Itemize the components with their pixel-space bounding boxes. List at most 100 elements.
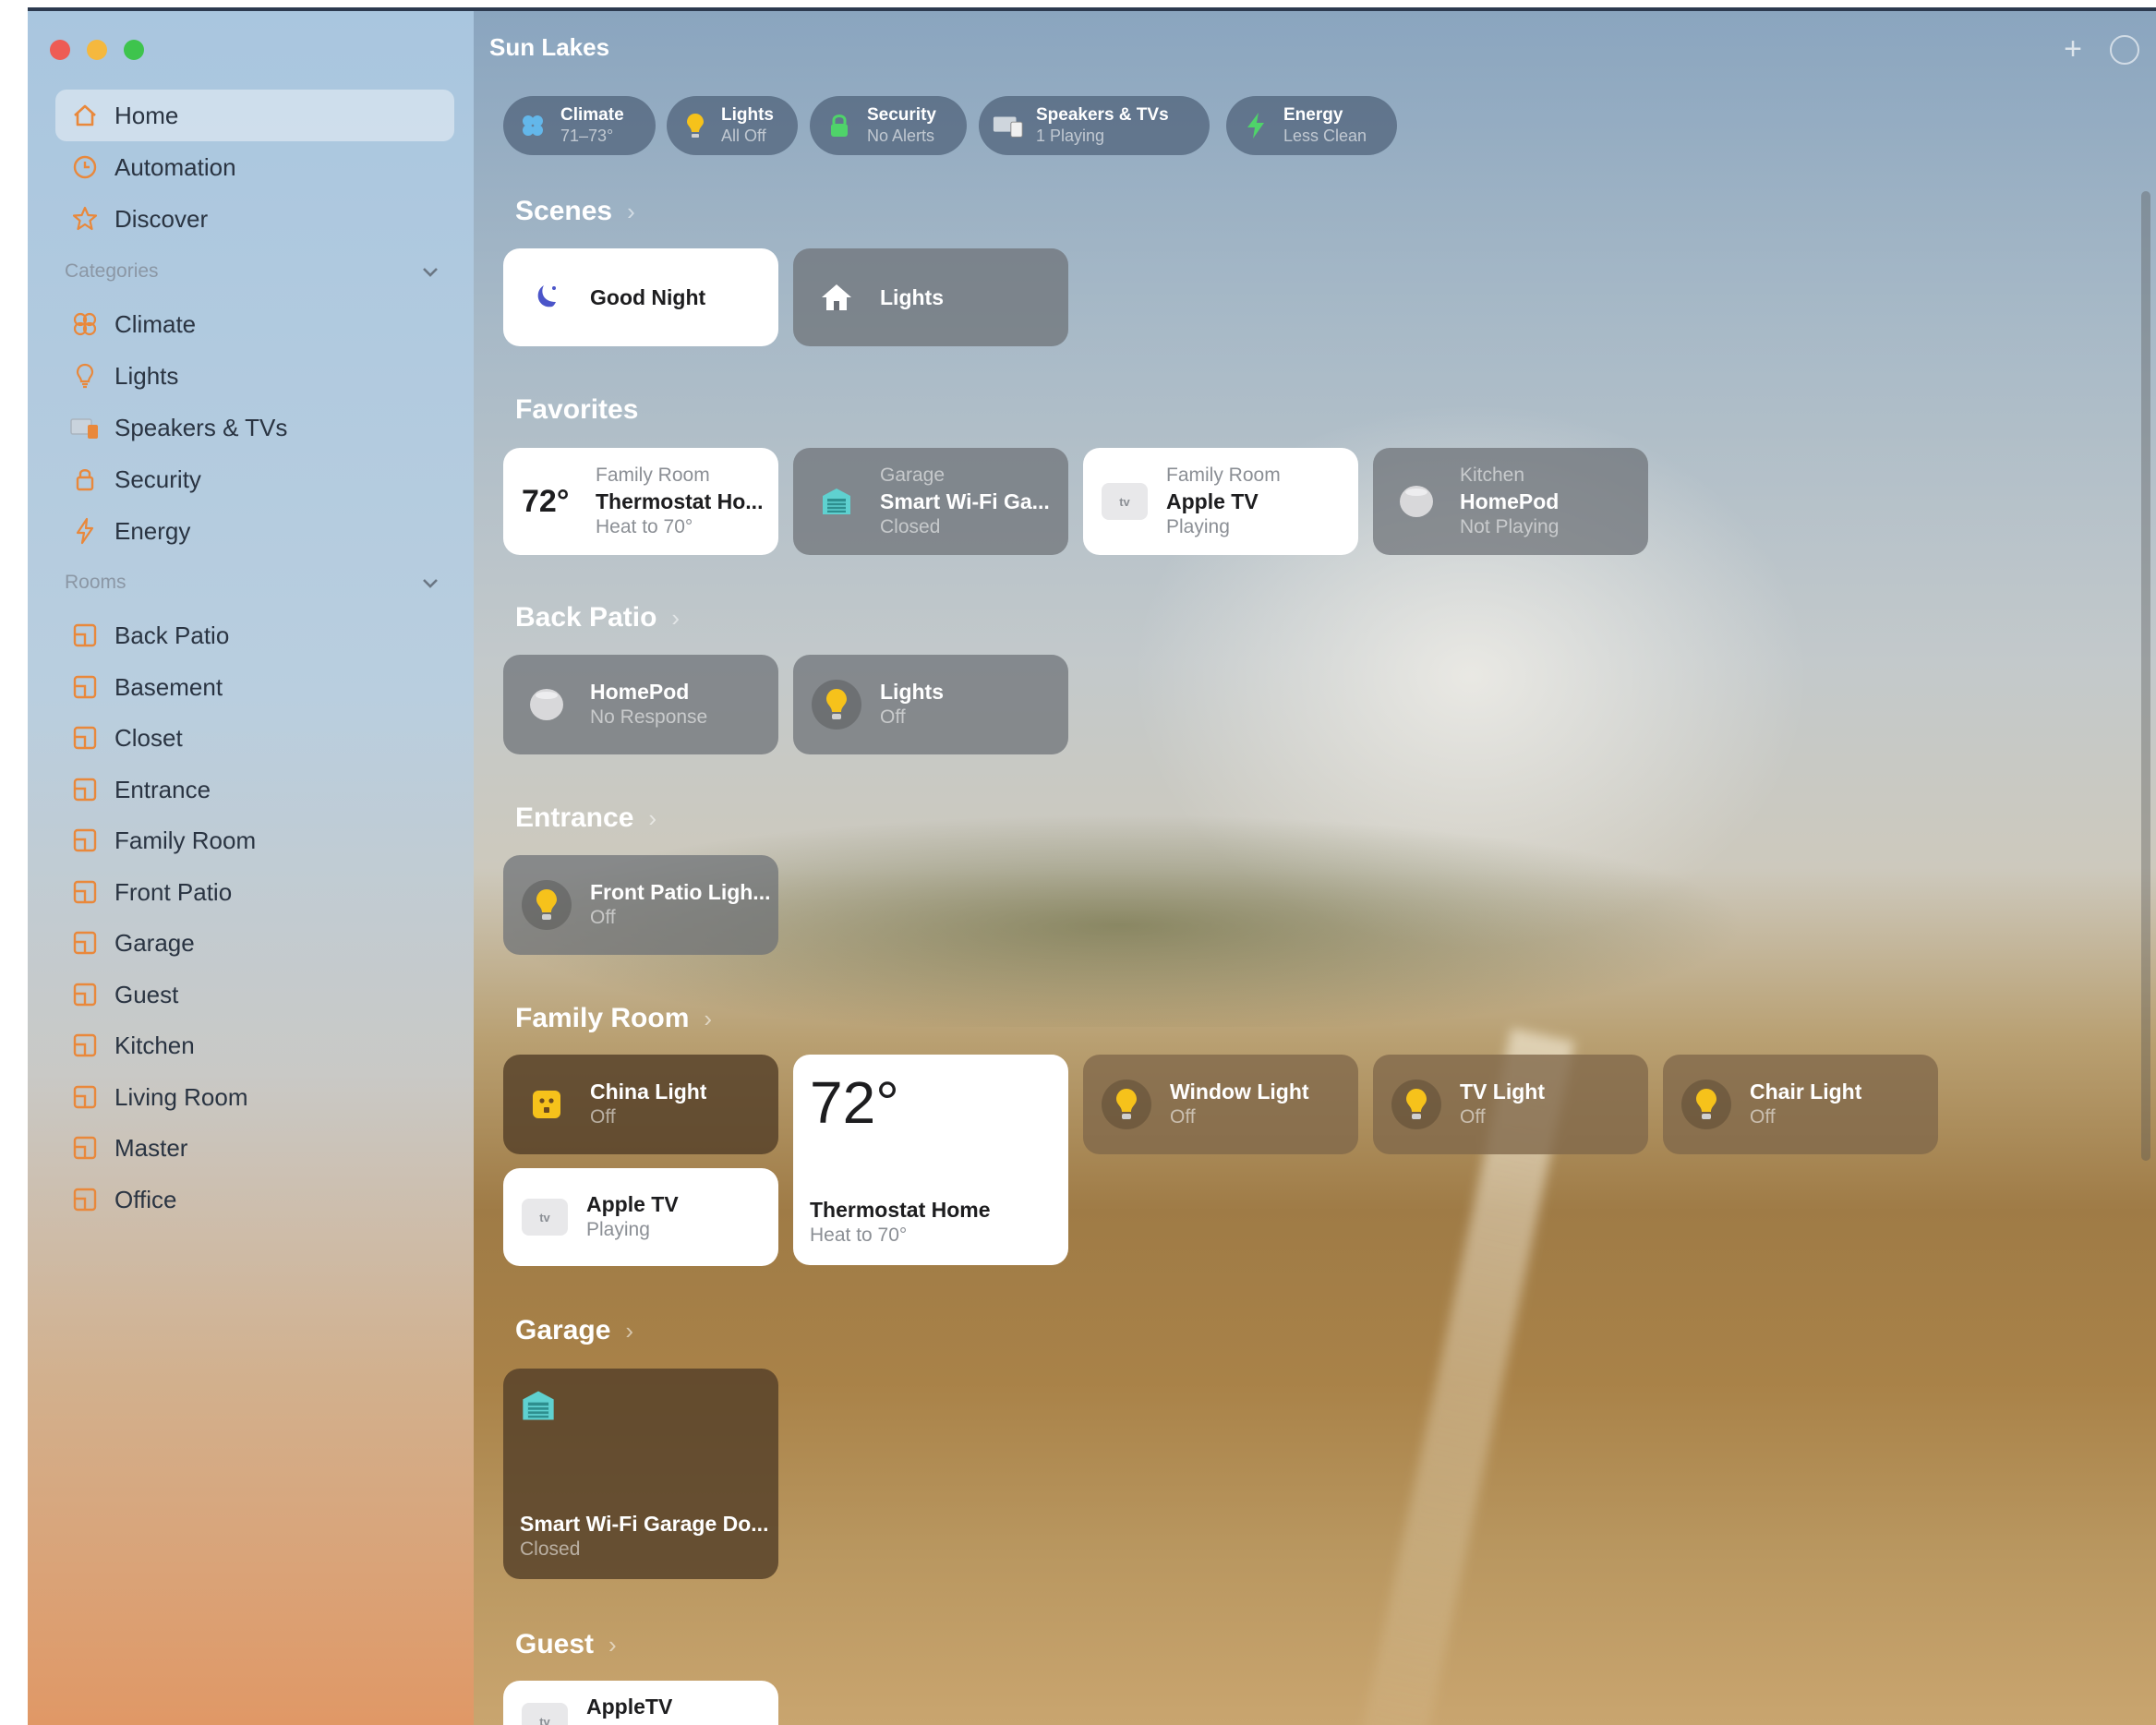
pill-subtitle: No Alerts (867, 127, 935, 145)
sidebar-item-lights[interactable]: Lights (55, 350, 454, 402)
sidebar-item-room-closet[interactable]: Closet (55, 712, 454, 764)
more-options-icon[interactable] (2110, 35, 2139, 65)
sidebar-item-climate[interactable]: Climate (55, 298, 454, 350)
sidebar-item-label: Discover (114, 204, 209, 233)
tile-name: Smart Wi-Fi Garage Do... (520, 1512, 769, 1536)
close-window-button[interactable] (50, 40, 70, 60)
zoom-window-button[interactable] (124, 40, 144, 60)
section-guest[interactable]: Guest › (515, 1629, 617, 1660)
outlet-icon (522, 1080, 572, 1129)
scene-lights[interactable]: Lights (793, 248, 1068, 346)
sidebar-item-room-back-patio[interactable]: Back Patio (55, 609, 454, 661)
section-title: Entrance (515, 802, 634, 833)
tile-name: China Light (590, 1080, 707, 1104)
pill-subtitle: All Off (721, 127, 766, 145)
sidebar-item-home[interactable]: Home (55, 90, 454, 141)
tile-name: Smart Wi-Fi Ga... (880, 489, 1050, 513)
sidebar-item-room-guest[interactable]: Guest (55, 969, 454, 1020)
family-room-apple-tv[interactable]: tv Apple TV Playing (503, 1168, 778, 1266)
add-icon[interactable]: + (2064, 31, 2082, 67)
section-garage[interactable]: Garage › (515, 1315, 633, 1346)
scene-good-night[interactable]: Good Night (503, 248, 778, 346)
tile-name: Thermostat Ho... (596, 489, 764, 513)
rooms-section-header[interactable]: Rooms (55, 564, 454, 601)
sidebar-item-room-kitchen[interactable]: Kitchen (55, 1019, 454, 1071)
categories-section-header[interactable]: Categories (55, 253, 454, 290)
temperature-value: 72° (810, 1069, 899, 1136)
favorite-thermostat[interactable]: 72° Family Room Thermostat Ho... Heat to… (503, 448, 778, 555)
bolt-icon (68, 514, 102, 548)
bulb-icon (1681, 1080, 1731, 1129)
room-icon (68, 1183, 102, 1216)
tile-name: Window Light (1170, 1080, 1309, 1104)
clock-icon (68, 151, 102, 184)
family-room-window-light[interactable]: Window Light Off (1083, 1055, 1358, 1154)
sidebar-item-room-living-room[interactable]: Living Room (55, 1071, 454, 1123)
section-family-room[interactable]: Family Room › (515, 1003, 712, 1034)
favorite-homepod[interactable]: Kitchen HomePod Not Playing (1373, 448, 1648, 555)
tile-status: Closed (880, 516, 941, 537)
section-back-patio[interactable]: Back Patio › (515, 602, 680, 633)
tile-status: Heat to 70° (810, 1224, 908, 1246)
sidebar-item-energy[interactable]: Energy (55, 505, 454, 557)
family-room-china-light[interactable]: China Light Off (503, 1055, 778, 1154)
tile-name: Lights (880, 680, 944, 704)
pill-subtitle: 71–73° (560, 127, 614, 145)
family-room-chair-light[interactable]: Chair Light Off (1663, 1055, 1938, 1154)
entrance-front-patio-light[interactable]: Front Patio Ligh... Off (503, 855, 778, 955)
sidebar-item-room-entrance[interactable]: Entrance (55, 764, 454, 815)
guest-apple-tv[interactable]: tv AppleTV (503, 1681, 778, 1725)
chevron-down-icon (423, 268, 438, 277)
sidebar-item-room-family-room[interactable]: Family Room (55, 814, 454, 866)
categories-header: Categories (65, 260, 159, 282)
status-pill-security[interactable]: Security No Alerts (810, 96, 967, 155)
family-room-thermostat[interactable]: 72° Thermostat Home Heat to 70° (793, 1055, 1068, 1265)
sidebar-item-room-basement[interactable]: Basement (55, 661, 454, 713)
status-pill-speakers-tvs[interactable]: Speakers & TVs 1 Playing (979, 96, 1210, 155)
sidebar-item-label: Office (114, 1185, 177, 1213)
tile-name: AppleTV (586, 1695, 673, 1719)
favorite-garage-door[interactable]: Garage Smart Wi-Fi Ga... Closed (793, 448, 1068, 555)
status-pill-lights[interactable]: Lights All Off (667, 96, 798, 155)
temperature-value: 72° (522, 483, 570, 519)
sidebar-item-automation[interactable]: Automation (55, 141, 454, 193)
garage-door-tile[interactable]: Smart Wi-Fi Garage Do... Closed (503, 1369, 778, 1579)
sidebar-item-room-garage[interactable]: Garage (55, 917, 454, 969)
tile-room: Family Room (1166, 464, 1281, 486)
pill-title: Lights (721, 105, 774, 125)
chevron-right-icon: › (625, 1316, 634, 1345)
room-icon (68, 1080, 102, 1114)
bulb-icon (68, 359, 102, 392)
pill-title: Energy (1283, 105, 1343, 125)
home-app-window: Home Automation Discover Categories Clim… (28, 7, 2156, 1725)
sidebar-item-security[interactable]: Security (55, 453, 454, 505)
sidebar-item-room-front-patio[interactable]: Front Patio (55, 866, 454, 918)
tile-status: Off (880, 706, 906, 728)
sidebar-item-label: Energy (114, 516, 191, 545)
sidebar-item-label: Security (114, 464, 201, 493)
sidebar-item-discover[interactable]: Discover (55, 193, 454, 245)
sidebar-item-label: Living Room (114, 1082, 248, 1111)
back-patio-homepod[interactable]: HomePod No Response (503, 655, 778, 754)
scrollbar[interactable] (2141, 191, 2150, 1161)
room-icon (68, 926, 102, 959)
section-entrance[interactable]: Entrance › (515, 802, 656, 834)
minimize-window-button[interactable] (87, 40, 107, 60)
family-room-tv-light[interactable]: TV Light Off (1373, 1055, 1648, 1154)
sidebar-item-room-master[interactable]: Master (55, 1122, 454, 1174)
status-pill-energy[interactable]: Energy Less Clean (1226, 96, 1397, 155)
status-pill-climate[interactable]: Climate 71–73° (503, 96, 656, 155)
section-title: Garage (515, 1315, 611, 1345)
section-scenes[interactable]: Scenes › (515, 196, 635, 227)
sidebar-item-room-office[interactable]: Office (55, 1174, 454, 1225)
favorite-apple-tv[interactable]: tv Family Room Apple TV Playing (1083, 448, 1358, 555)
lock-icon (68, 463, 102, 496)
back-patio-lights[interactable]: Lights Off (793, 655, 1068, 754)
garage-icon (520, 1387, 557, 1429)
tile-name: Thermostat Home (810, 1198, 991, 1222)
speaker-icon (68, 411, 102, 444)
sidebar: Home Automation Discover Categories Clim… (28, 11, 474, 1725)
tile-status: Off (1750, 1106, 1776, 1128)
sidebar-item-speakers-tvs[interactable]: Speakers & TVs (55, 402, 454, 453)
tile-name: Front Patio Ligh... (590, 880, 771, 904)
